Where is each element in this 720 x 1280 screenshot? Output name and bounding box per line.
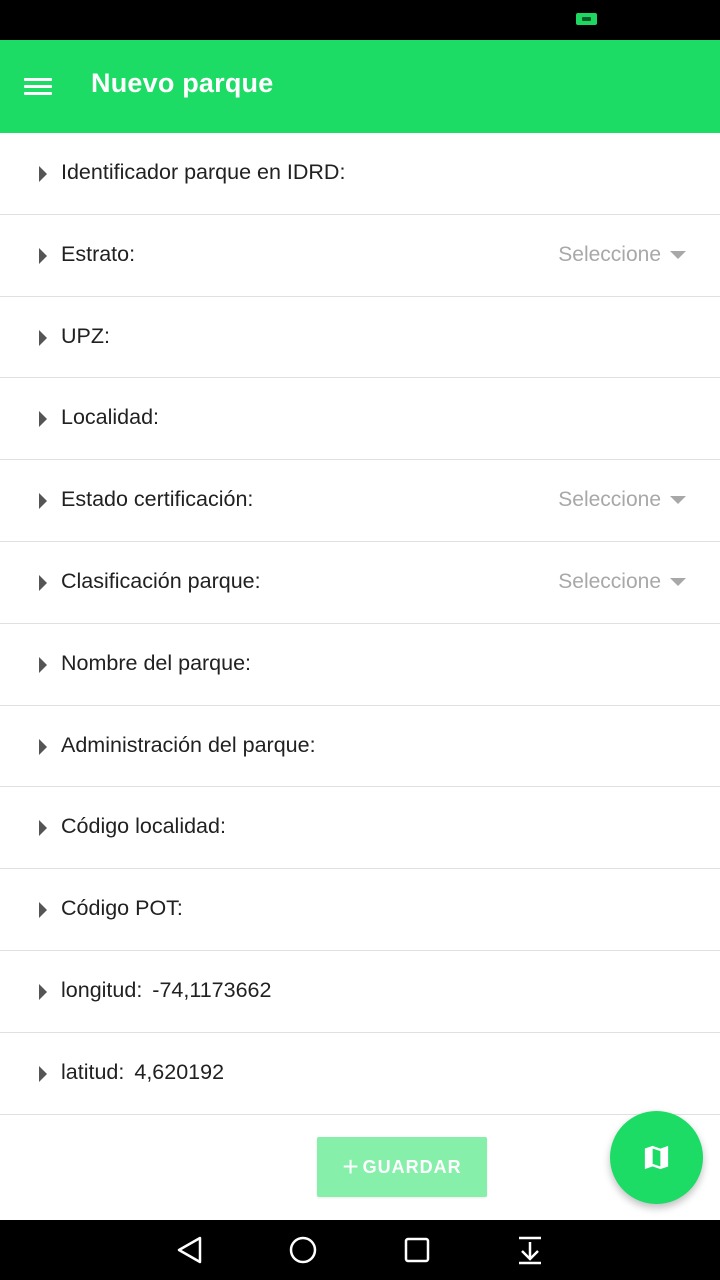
caret-right-icon	[39, 329, 47, 346]
caret-right-icon	[39, 738, 47, 755]
row-clasificacion-parque[interactable]: Clasificación parque: Seleccione	[0, 542, 720, 624]
caret-right-icon	[39, 493, 47, 510]
nav-home-button[interactable]	[283, 1232, 323, 1268]
row-label: Identificador parque en IDRD:	[61, 160, 346, 184]
estado-certificacion-select[interactable]: Seleccione	[558, 482, 686, 518]
caret-right-icon	[39, 247, 47, 264]
caret-right-icon	[39, 411, 47, 428]
caret-right-icon	[39, 983, 47, 1000]
caret-right-icon	[39, 820, 47, 837]
row-label: Nombre del parque:	[61, 650, 252, 675]
row-estado-certificacion[interactable]: Estado certificación: Seleccione	[0, 460, 720, 542]
row-codigo-localidad[interactable]: Código localidad:	[0, 787, 720, 870]
row-upz[interactable]: UPZ:	[0, 297, 720, 379]
hamburger-menu-icon	[24, 78, 52, 81]
row-label: Estrato:	[61, 241, 136, 266]
system-nav-bar	[0, 1220, 720, 1280]
caret-right-icon	[39, 574, 47, 591]
row-localidad[interactable]: Localidad:	[0, 378, 720, 461]
caret-down-icon	[670, 577, 686, 586]
longitud-value: -74,1173662	[152, 977, 272, 1002]
menu-button[interactable]	[16, 66, 60, 106]
select-placeholder: Seleccione	[558, 242, 661, 266]
pull-down-icon	[519, 1236, 541, 1265]
row-label: Código localidad:	[61, 814, 226, 839]
select-placeholder: Seleccione	[558, 569, 661, 593]
plus-icon: +	[342, 1151, 359, 1182]
nav-recents-button[interactable]	[397, 1232, 437, 1268]
latitud-value: 4,620192	[134, 1059, 225, 1084]
caret-right-icon	[39, 656, 47, 673]
row-label: latitud: 4,620192	[61, 1059, 225, 1084]
row-longitud[interactable]: longitud: -74,1173662	[0, 951, 720, 1033]
row-nombre-parque[interactable]: Nombre del parque:	[0, 624, 720, 706]
row-label: Administración del parque:	[61, 732, 316, 757]
map-fab-button[interactable]	[610, 1111, 703, 1204]
row-label: Estado certificación:	[61, 487, 254, 512]
save-label: GUARDAR	[362, 1156, 462, 1177]
row-estrato[interactable]: Estrato: Seleccione	[0, 215, 720, 297]
row-label: Localidad:	[61, 405, 160, 430]
park-form: Identificador parque en IDRD: Estrato: S…	[0, 133, 720, 1115]
estrato-select[interactable]: Seleccione	[558, 237, 686, 273]
row-label: UPZ:	[61, 323, 110, 348]
caret-down-icon	[670, 496, 686, 505]
page-title: Nuevo parque	[91, 68, 274, 98]
row-label: longitud: -74,1173662	[61, 977, 272, 1002]
row-codigo-pot[interactable]: Código POT:	[0, 869, 720, 951]
caret-down-icon	[670, 250, 686, 259]
row-label: Código POT:	[61, 896, 183, 921]
clasificacion-parque-select[interactable]: Seleccione	[558, 564, 686, 600]
status-bar	[0, 0, 720, 40]
row-label: Clasificación parque:	[61, 568, 261, 593]
row-latitud[interactable]: latitud: 4,620192	[0, 1033, 720, 1115]
save-button[interactable]: + GUARDAR	[317, 1137, 487, 1197]
battery-icon	[576, 13, 597, 25]
nav-back-button[interactable]	[170, 1232, 210, 1268]
triangle-back-icon	[177, 1236, 202, 1264]
caret-right-icon	[39, 902, 47, 919]
app-bar: Nuevo parque	[0, 40, 720, 133]
circle-home-icon	[289, 1236, 317, 1264]
caret-right-icon	[39, 166, 47, 182]
row-administracion-parque[interactable]: Administración del parque:	[0, 706, 720, 788]
nav-notifications-button[interactable]	[510, 1232, 550, 1268]
caret-right-icon	[39, 1065, 47, 1082]
map-icon	[644, 1145, 669, 1170]
row-idrd-id[interactable]: Identificador parque en IDRD:	[0, 133, 720, 215]
select-placeholder: Seleccione	[558, 488, 661, 512]
square-recents-icon	[404, 1237, 430, 1263]
